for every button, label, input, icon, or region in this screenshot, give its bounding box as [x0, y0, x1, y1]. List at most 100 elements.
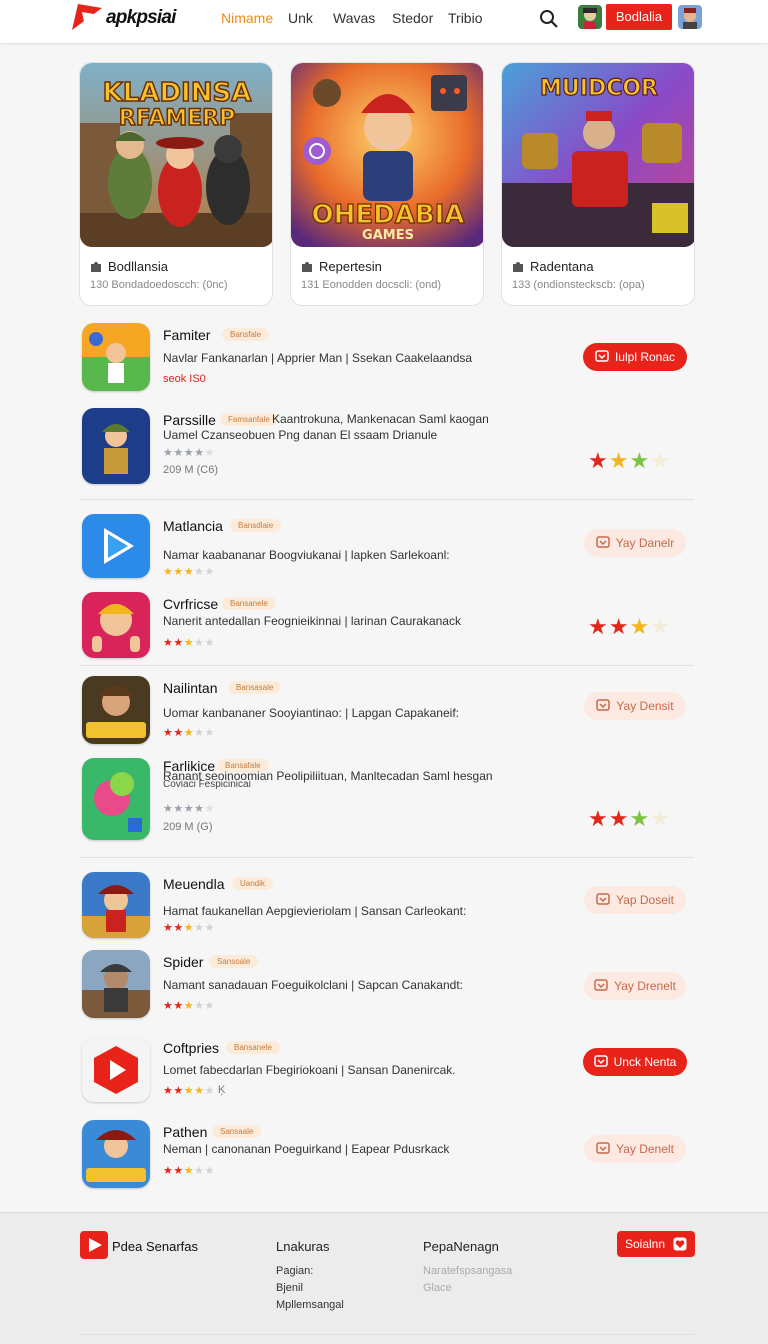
footer: Pdea Senarfas Lnakuras Pagian: Bjenil Mp…	[0, 1212, 768, 1344]
nav-item-stedor[interactable]: Stedor	[392, 10, 433, 26]
app-icon	[82, 676, 150, 744]
app-name: Cvrfricse	[163, 596, 219, 612]
featured-title: Repertesin	[319, 259, 382, 274]
app-name: Famiter	[163, 327, 211, 343]
rating-stars: ★★★★★	[163, 727, 215, 739]
avatar[interactable]	[578, 5, 602, 29]
nav-item-nimame[interactable]: Nimame	[221, 10, 273, 26]
puzzle-icon	[302, 262, 312, 272]
category-badge: Sansaale	[212, 1125, 262, 1138]
rating-stars: ★★★★★	[163, 447, 215, 459]
app-description: Kaantrokuna, Mankenacan Saml kaogan	[272, 412, 489, 426]
rating-stars-large: ★★★★	[588, 614, 671, 639]
app-description: Namar kaabananar Boogviukanai | lapken S…	[163, 548, 450, 562]
app-name: Nailintan	[163, 680, 218, 696]
list-item[interactable]: Famiter Bansfale Navlar Fankanarlan | Ap…	[82, 323, 694, 395]
download-button-label: Yay Denelt	[616, 1142, 674, 1156]
footer-action-label: Soialnn	[625, 1237, 666, 1251]
app-description: Lomet fabecdarlan Fbegiriokoani | Sansan…	[163, 1063, 456, 1077]
footer-link[interactable]: Bjenil	[276, 1282, 303, 1294]
rating-stars-large: ★★★★	[588, 806, 671, 831]
footer-link[interactable]: Glace	[423, 1282, 452, 1294]
download-button[interactable]: Yap Doseit	[584, 886, 686, 914]
category-badge: Bansasale	[228, 681, 282, 694]
footer-link[interactable]: Naratefspsangasa	[423, 1265, 512, 1277]
footer-logo-icon[interactable]	[80, 1231, 108, 1259]
download-button[interactable]: Yay Densit	[584, 692, 686, 720]
download-button[interactable]: Yay Denelt	[584, 1135, 686, 1163]
divider	[80, 1334, 694, 1335]
featured-card[interactable]: MUIDCOR Radentana 133 (ondionsteckscb: (…	[501, 62, 695, 306]
download-button-label: Yay Danelr	[615, 536, 675, 550]
app-description: Hamat faukanellan Aepgievieriolam | Sans…	[163, 904, 467, 918]
nav-item-wavas[interactable]: Wavas	[333, 10, 375, 26]
logo-icon[interactable]	[70, 2, 104, 32]
rating-stars: ★★★★★	[163, 1000, 215, 1012]
puzzle-icon	[513, 262, 523, 272]
featured-artwork: OHEDABIA GAMES	[291, 63, 483, 247]
footer-link[interactable]: Pagian:	[276, 1265, 313, 1277]
app-name: Parssille	[163, 412, 216, 428]
rating-stars: ★★★★★	[163, 922, 215, 934]
rating-stars: ★★★★★	[163, 637, 215, 649]
footer-column-title: PepaNenagn	[423, 1239, 499, 1254]
download-icon	[595, 350, 609, 362]
category-badge: Uandik	[232, 877, 273, 890]
app-name: Matlancia	[163, 518, 223, 534]
app-name: Coftpries	[163, 1040, 220, 1056]
app-description: Neman | canonanan Poeguirkand | Eapear P…	[163, 1142, 450, 1156]
category-badge: Bansanele	[222, 597, 276, 610]
list-item[interactable]: Pathen Sansaale Neman | canonanan Poegui…	[82, 1120, 694, 1190]
rating-stars: ★★★★★	[163, 1165, 215, 1177]
app-description: Uomar kanbananer Sooyiantinao: | Lapgan …	[163, 706, 459, 720]
download-icon	[596, 536, 610, 548]
app-description-line2: Coviaci Fespicinicai	[163, 779, 251, 790]
app-description: Navlar Fankanarlan | Apprier Man | Sseka…	[163, 351, 473, 365]
app-description-line2: Uamel Czanseobuen Png danan El ssaam Dri…	[163, 428, 438, 442]
heart-icon	[673, 1237, 687, 1251]
app-meta: 209 M (C6)	[163, 464, 219, 476]
app-name: Pathen	[163, 1124, 208, 1140]
category-badge: Bansfale	[222, 328, 270, 341]
header-cta-button[interactable]: Bodlalia	[606, 4, 672, 30]
download-button[interactable]: Yay Danelr	[584, 529, 686, 557]
app-icon	[82, 950, 150, 1018]
list-item[interactable]: Farlikice Bansafale Ranant seoinoomian P…	[82, 754, 694, 842]
list-item[interactable]: Meuendla Uandik Hamat faukanellan Aepgie…	[82, 872, 694, 940]
app-meta: 209 M (G)	[163, 821, 213, 833]
footer-column-title: Lnakuras	[276, 1239, 330, 1254]
list-item[interactable]: Nailintan Bansasale Uomar kanbananer Soo…	[82, 676, 694, 746]
footer-link[interactable]: Mpllemsangal	[276, 1299, 344, 1311]
download-icon	[596, 893, 610, 905]
featured-art-title-line2: RFAMERP	[119, 106, 235, 131]
nav-item-unk[interactable]: Unk	[288, 10, 313, 26]
list-item[interactable]: Coftpries Bansanele Lomet fabecdarlan Fb…	[82, 1036, 694, 1106]
download-button[interactable]: Yay Drenelt	[584, 972, 686, 1000]
logo-text[interactable]: apkpsiai	[106, 7, 176, 29]
profile-avatar[interactable]	[678, 5, 702, 29]
featured-meta: 133 (ondionsteckscb: (opa)	[512, 279, 645, 291]
footer-brand[interactable]: Pdea Senarfas	[112, 1239, 198, 1254]
app-icon	[82, 872, 150, 938]
rating-stars-large: ★★★★	[588, 448, 671, 473]
download-icon	[593, 1055, 608, 1067]
list-item[interactable]: Matlancia Bansdlaie Namar kaabananar Boo…	[82, 514, 694, 582]
app-description: Nanerit antedallan Feognieikinnai | lari…	[163, 614, 461, 628]
list-item[interactable]: Parssille Famsanfale Kaantrokuna, Manken…	[82, 408, 694, 486]
search-icon[interactable]	[538, 8, 560, 30]
footer-action-button[interactable]: Soialnn	[617, 1231, 695, 1257]
download-button-label: Iulpl Ronac	[614, 350, 676, 364]
list-item[interactable]: Spider Sansoale Namant sanadauan Foeguik…	[82, 950, 694, 1020]
download-button[interactable]: Unck Nenta	[583, 1048, 687, 1076]
download-button-label: Yap Doseit	[616, 893, 674, 907]
featured-art-title-line1: OHEDABIA	[312, 200, 465, 230]
divider	[80, 857, 694, 858]
featured-card[interactable]: OHEDABIA GAMES Repertesin 131 Eonodden d…	[290, 62, 484, 306]
app-meta: Ķ	[218, 1084, 226, 1096]
list-item[interactable]: Cvrfricse Bansanele Nanerit antedallan F…	[82, 592, 694, 660]
featured-card[interactable]: KLADINSA RFAMERP Bodllansia 130 Bondadoe…	[79, 62, 273, 306]
app-meta: seok IS0	[163, 373, 206, 385]
download-button[interactable]: Iulpl Ronac	[583, 343, 687, 371]
nav-item-tribio[interactable]: Tribio	[448, 10, 483, 26]
featured-art-title-line2: GAMES	[362, 228, 414, 243]
